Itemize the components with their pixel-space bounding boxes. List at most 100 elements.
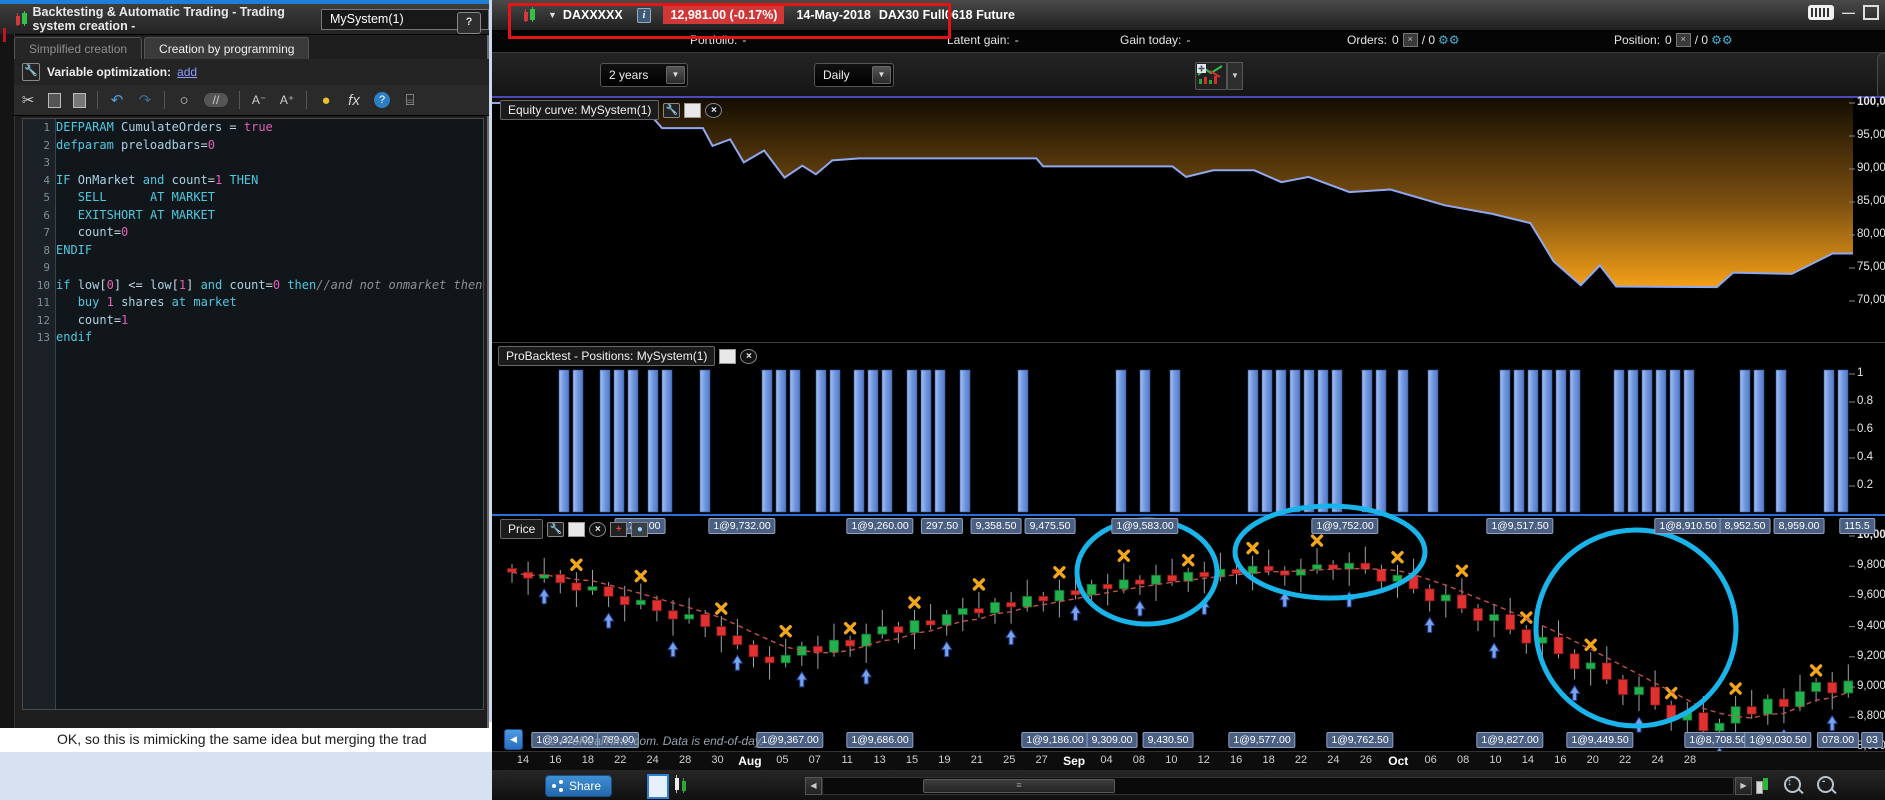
date-tick: 24: [646, 754, 659, 766]
maximize-icon[interactable]: [1863, 5, 1879, 20]
range-dropdown[interactable]: 2 years ▼: [600, 63, 688, 87]
help-doc-icon[interactable]: ?: [457, 12, 481, 34]
help-icon[interactable]: ?: [374, 92, 390, 108]
font-decrease-icon[interactable]: A⁻: [251, 93, 267, 107]
date-tick: 05: [776, 754, 789, 766]
positions-panel-title[interactable]: ProBacktest - Positions: MySystem(1): [498, 346, 716, 366]
trade-label: 1@8,910.50: [1654, 518, 1722, 534]
minimize-icon[interactable]: —: [1842, 5, 1855, 20]
add-optimization-link[interactable]: add: [177, 65, 197, 79]
trade-label: 115.5: [1839, 518, 1875, 534]
undo-icon[interactable]: ↶: [109, 91, 125, 109]
equity-axis-label: 85,000: [1857, 195, 1885, 207]
instrument-dropdown-caret[interactable]: ▼: [548, 10, 557, 20]
positions-axis-label: 0.4: [1857, 451, 1873, 463]
window-icon[interactable]: [719, 348, 737, 364]
add-chart-icon[interactable]: [1195, 62, 1227, 90]
equity-axis-label: 75,000: [1857, 261, 1885, 273]
dropdown-caret-icon[interactable]: ▼: [872, 66, 891, 84]
code-line: buy 1 shares at market: [77, 295, 237, 309]
price-axis-label: 8,800: [1857, 710, 1885, 723]
info-icon[interactable]: i: [636, 7, 652, 23]
code-lines[interactable]: DEFPARAM CumulateOrders = true defparam p…: [56, 119, 483, 709]
cancel-icon[interactable]: ×: [1675, 33, 1691, 47]
chart-scrollbar[interactable]: ≡: [822, 777, 1734, 795]
cancel-icon[interactable]: ×: [1402, 33, 1418, 47]
chart-toolbar-row: 2 years▼ Daily▼ ▼ ▶ 🔧 Qty 1 Limit ▼▲ ▼▼: [492, 52, 1885, 99]
hint-bulb-icon[interactable]: ●: [318, 92, 334, 109]
date-tick: Oct: [1388, 754, 1409, 768]
code-line: IF OnMarket and count=1 THEN: [56, 172, 259, 187]
comment-icon[interactable]: //: [204, 93, 228, 107]
price-panel-title[interactable]: Price: [500, 519, 544, 539]
timeframe-dropdown[interactable]: Daily ▼: [814, 63, 894, 87]
close-icon[interactable]: ×: [740, 348, 758, 364]
scroll-right-icon[interactable]: ▶: [1735, 777, 1752, 795]
backtesting-window: Backtesting & Automatic Trading - Tradin…: [0, 0, 489, 728]
snapshot-icon[interactable]: ●: [631, 521, 649, 537]
scroll-left-icon[interactable]: ◀: [805, 777, 822, 795]
line-number: 3: [43, 156, 50, 169]
close-icon[interactable]: ×: [589, 521, 607, 537]
window-title-bar[interactable]: Backtesting & Automatic Trading - Tradin…: [0, 4, 489, 35]
trade-label: 8,952.50: [1719, 518, 1771, 534]
tab-creation-by-programming[interactable]: Creation by programming: [144, 37, 310, 59]
date-tick: 11: [841, 754, 853, 766]
date-tick: 22: [1294, 754, 1308, 766]
wrench-icon[interactable]: 🔧: [547, 521, 565, 537]
equity-panel-title[interactable]: Equity curve: MySystem(1): [500, 100, 660, 120]
date-tick: 08: [1456, 754, 1470, 766]
window-icon[interactable]: [684, 102, 702, 118]
function-icon[interactable]: fx: [346, 92, 362, 109]
date-tick: 04: [1100, 754, 1113, 766]
redo-icon[interactable]: ↷: [137, 91, 153, 109]
wrench-icon[interactable]: 🔧: [22, 63, 40, 81]
zoom-fit-icon[interactable]: ↕: [1784, 776, 1801, 793]
tab-simplified-creation[interactable]: Simplified creation: [14, 37, 143, 59]
gear-icon[interactable]: ⚙⚙: [1438, 33, 1460, 47]
code-editor[interactable]: 1 2 3 4 5 6 7 8 9 10 11 12 13 DEFPARAM CumulateOrder…: [22, 118, 484, 710]
line-number: 10: [36, 278, 50, 292]
trade-label: 9,430.50: [1142, 732, 1194, 748]
trade-label: 8,959.00: [1773, 518, 1825, 534]
date-tick: 08: [1132, 754, 1146, 766]
zoom-candle-icon[interactable]: [1754, 775, 1770, 795]
font-increase-icon[interactable]: A⁺: [279, 93, 295, 107]
chart-mode-icon[interactable]: [647, 774, 669, 799]
add-order-icon[interactable]: +: [610, 521, 628, 537]
keyboard-icon[interactable]: [1808, 5, 1834, 20]
code-line: endif: [56, 330, 93, 344]
instrument-symbol[interactable]: DAXXXXX: [563, 8, 623, 22]
close-icon[interactable]: ×: [705, 102, 723, 118]
date-tick: 10: [1489, 754, 1502, 766]
dropdown-caret-icon[interactable]: ▼: [666, 66, 685, 84]
print-icon[interactable]: ⌸: [402, 92, 418, 109]
line-number: 9: [43, 261, 50, 274]
account-item-position: Position: 0 ×/ 0 ⚙⚙: [1614, 33, 1733, 47]
forum-arrow-button[interactable]: ◀: [504, 729, 523, 750]
date-tick: 19: [938, 754, 951, 766]
window-icon[interactable]: [568, 521, 586, 537]
wrench-icon[interactable]: 🔧: [663, 102, 681, 118]
search-icon[interactable]: ○: [176, 92, 192, 109]
line-number: 4: [43, 173, 50, 187]
share-button[interactable]: Share: [545, 775, 613, 797]
copy-icon[interactable]: [48, 92, 61, 108]
paste-icon[interactable]: [73, 92, 86, 108]
equity-axis-label: 100,000: [1857, 96, 1885, 108]
code-line: defparam preloadbars=0: [56, 137, 215, 152]
candlestick-mode-icon[interactable]: [672, 774, 692, 795]
code-line: EXITSHORT AT MARKET: [77, 207, 215, 222]
positions-panel: [492, 342, 1885, 515]
zoom-out-icon[interactable]: -: [1817, 776, 1834, 793]
trade-label: 03: [1861, 732, 1883, 748]
optimization-label: Variable optimization:: [47, 65, 172, 79]
variable-optimization-bar: 🔧 Variable optimization: add: [14, 59, 489, 86]
price-axis-label: 9,200: [1857, 649, 1885, 662]
gear-icon[interactable]: ⚙⚙: [1711, 33, 1733, 47]
account-item-gaintoday: Gain today: -: [1120, 33, 1191, 47]
scrollbar-handle[interactable]: ≡: [923, 779, 1115, 793]
add-chart-caret-icon[interactable]: ▼: [1227, 62, 1243, 90]
positions-panel-header: ProBacktest - Positions: MySystem(1) ×: [498, 346, 758, 366]
cut-icon[interactable]: ✂: [20, 91, 36, 109]
